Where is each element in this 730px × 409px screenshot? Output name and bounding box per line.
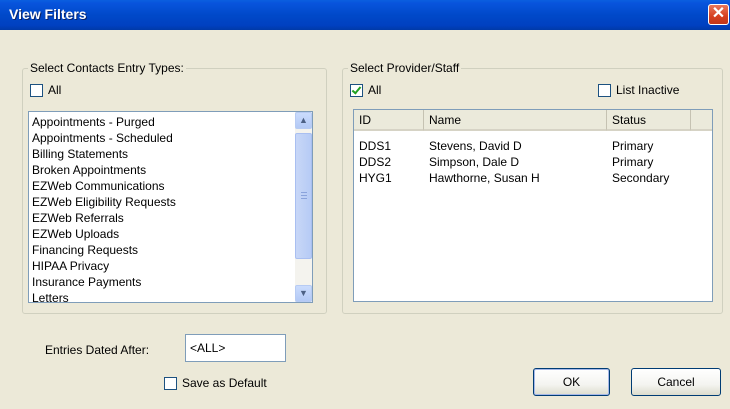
cell-id: HYG1 [359, 171, 392, 185]
contacts-all-label: All [48, 83, 62, 97]
provider-all-label: All [368, 83, 382, 97]
cell-status: Primary [612, 139, 654, 153]
cell-name: Hawthorne, Susan H [429, 171, 540, 185]
list-inactive-label: List Inactive [616, 83, 680, 97]
column-header-filler [691, 110, 712, 131]
list-item[interactable]: Broken Appointments [32, 162, 146, 178]
window-title: View Filters [9, 6, 87, 22]
provider-staff-table[interactable]: ID Name Status DDS1 Stevens, David D Pri… [353, 109, 713, 302]
list-item[interactable]: Billing Statements [32, 146, 128, 162]
list-item[interactable]: HIPAA Privacy [32, 258, 109, 274]
close-button[interactable]: ✕ [708, 4, 729, 25]
checkbox-box[interactable] [164, 376, 177, 390]
cell-name: Stevens, David D [429, 139, 522, 153]
contacts-entry-types-legend: Select Contacts Entry Types: [30, 61, 184, 75]
title-bar: View Filters ✕ [0, 0, 730, 30]
list-item[interactable]: Appointments - Scheduled [32, 130, 173, 146]
contacts-all-checkbox[interactable]: All [30, 83, 61, 97]
column-header-status[interactable]: Status [607, 110, 691, 131]
ok-button[interactable]: OK [533, 368, 610, 396]
save-as-default-checkbox[interactable]: Save as Default [164, 376, 267, 390]
provider-all-checkbox[interactable]: All [350, 83, 381, 97]
cancel-button[interactable]: Cancel [631, 368, 721, 396]
entries-dated-after-input[interactable]: <ALL> [185, 334, 286, 362]
checkbox-box[interactable] [30, 83, 43, 97]
list-item[interactable]: EZWeb Uploads [32, 226, 119, 242]
provider-staff-legend: Select Provider/Staff [350, 61, 460, 75]
scroll-thumb[interactable] [295, 133, 312, 259]
list-item[interactable]: EZWeb Referrals [32, 210, 124, 226]
chevron-down-icon: ▼ [299, 288, 308, 298]
vertical-scrollbar[interactable]: ▲ ▼ [295, 112, 312, 302]
close-icon: ✕ [711, 5, 726, 22]
cell-id: DDS1 [359, 139, 392, 153]
contacts-entry-types-list[interactable]: Appointments - Purged Appointments - Sche… [28, 111, 313, 303]
column-header-id[interactable]: ID [354, 110, 424, 131]
checkbox-box[interactable] [598, 83, 611, 97]
cell-status: Primary [612, 155, 654, 169]
scroll-down-button[interactable]: ▼ [295, 285, 312, 302]
scroll-up-button[interactable]: ▲ [295, 112, 312, 129]
cell-status: Secondary [612, 171, 670, 185]
save-as-default-label: Save as Default [182, 376, 267, 390]
entries-dated-after-label: Entries Dated After: [45, 343, 150, 357]
column-header-name[interactable]: Name [424, 110, 607, 131]
list-item[interactable]: Insurance Payments [32, 274, 141, 290]
list-item[interactable]: Letters [32, 290, 69, 302]
list-item[interactable]: EZWeb Communications [32, 178, 165, 194]
list-item[interactable]: Appointments - Purged [32, 114, 155, 130]
cell-id: DDS2 [359, 155, 392, 169]
checkbox-box[interactable] [350, 83, 363, 97]
list-item[interactable]: Financing Requests [32, 242, 138, 258]
chevron-up-icon: ▲ [299, 115, 308, 125]
list-item[interactable]: EZWeb Eligibility Requests [32, 194, 176, 210]
list-inactive-checkbox[interactable]: List Inactive [598, 83, 679, 97]
cell-name: Simpson, Dale D [429, 155, 520, 169]
